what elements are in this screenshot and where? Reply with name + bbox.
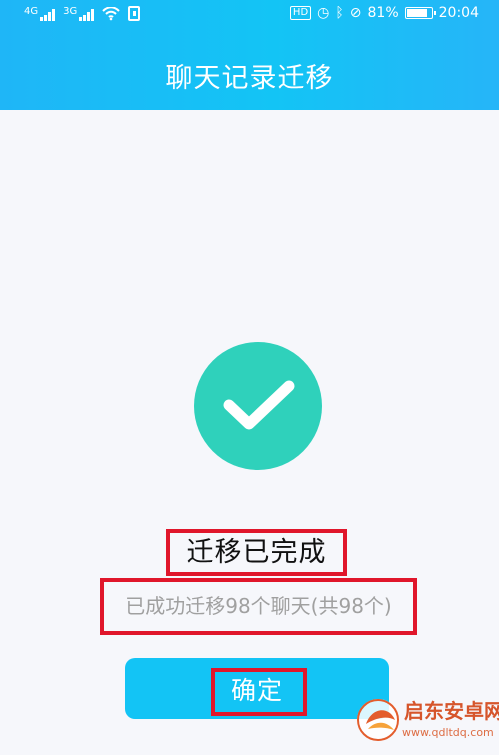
watermark-title: 启东安卓网 <box>404 699 499 723</box>
cell-signal-4g: 4G <box>24 5 56 21</box>
signal-bars-icon <box>79 8 95 21</box>
hd-icon: HD <box>289 6 312 20</box>
watermark-url: www.qdltdq.com <box>402 726 494 739</box>
watermark-logo-icon <box>357 699 399 741</box>
bluetooth-icon: ᛒ <box>335 5 344 21</box>
battery-percent: 81% <box>367 5 399 21</box>
cell-signal-3g: 3G <box>63 5 95 21</box>
status-left: 4G 3G <box>24 5 141 21</box>
status-right: HD ◷ ᛒ ⊘ 81% 20:04 <box>289 5 479 21</box>
alarm-icon: ◷ <box>317 5 330 21</box>
network-label-4g: 4G <box>24 5 39 17</box>
summary-highlight-box <box>100 578 417 635</box>
mute-icon: ⊘ <box>349 5 362 21</box>
title-highlight-box <box>166 529 347 576</box>
wifi-icon <box>102 6 120 20</box>
status-time: 20:04 <box>438 5 479 21</box>
app-header: 4G 3G HD ◷ ᛒ ⊘ 81% 20:04 聊天记录迁移 <box>0 0 499 110</box>
network-label-3g: 3G <box>63 5 78 17</box>
site-watermark: 启东安卓网 www.qdltdq.com <box>354 695 499 753</box>
phone-icon <box>128 6 141 21</box>
check-icon <box>223 380 295 430</box>
confirm-highlight-box <box>211 668 307 716</box>
page-title: 聊天记录迁移 <box>165 63 334 94</box>
status-bar: 4G 3G HD ◷ ᛒ ⊘ 81% 20:04 <box>0 0 499 30</box>
battery-icon <box>404 7 436 19</box>
success-check-circle <box>194 342 322 470</box>
signal-bars-icon <box>40 8 56 21</box>
